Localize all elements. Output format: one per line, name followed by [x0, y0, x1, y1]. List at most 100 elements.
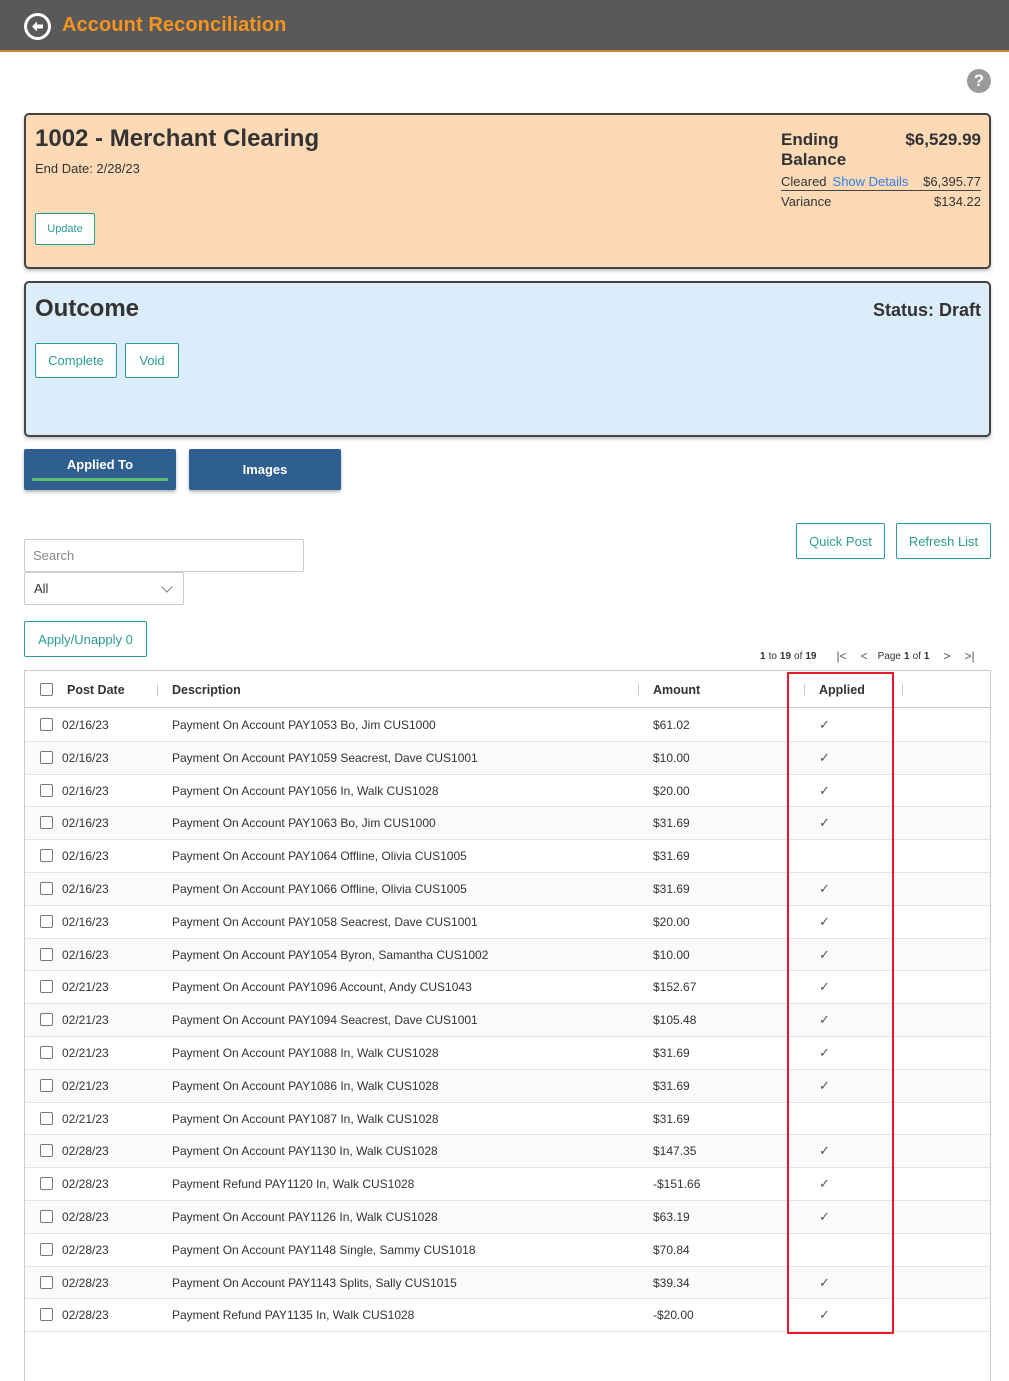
row-checkbox[interactable]: [40, 1308, 53, 1322]
cell-amount: $31.69: [653, 1111, 690, 1126]
active-tab-indicator: [32, 478, 168, 481]
row-checkbox[interactable]: [40, 1045, 53, 1059]
row-checkbox[interactable]: [40, 783, 53, 797]
cell-amount: $10.00: [653, 947, 690, 962]
next-page-icon[interactable]: >: [943, 649, 950, 663]
search-input[interactable]: [24, 539, 304, 572]
row-checkbox[interactable]: [40, 750, 53, 764]
page-title: Account Reconciliation: [62, 14, 287, 36]
refresh-list-button[interactable]: Refresh List: [896, 523, 991, 559]
cell-description: Payment On Account PAY1126 In, Walk CUS1…: [172, 1209, 438, 1224]
void-button[interactable]: Void: [125, 343, 179, 378]
cell-amount: $20.00: [653, 783, 690, 798]
row-checkbox[interactable]: [40, 1242, 53, 1256]
cleared-label: Cleared: [781, 174, 827, 189]
back-arrow-glyph: [27, 16, 48, 37]
filter-selected-value: All: [34, 581, 49, 596]
ending-balance-value: $6,529.99: [905, 130, 981, 149]
cell-description: Payment On Account PAY1094 Seacrest, Dav…: [172, 1013, 478, 1028]
cell-post-date: 02/16/23: [62, 718, 109, 732]
cell-amount: $31.69: [653, 816, 690, 831]
cell-amount: $63.19: [653, 1209, 690, 1224]
cell-description: Payment On Account PAY1054 Byron, Samant…: [172, 947, 489, 962]
row-checkbox[interactable]: [40, 1209, 53, 1223]
select-all-checkbox[interactable]: [40, 671, 53, 708]
col-description[interactable]: Description: [172, 671, 241, 708]
row-checkbox[interactable]: [40, 1013, 53, 1027]
cell-amount: $152.67: [653, 980, 697, 995]
ending-balance-row: Ending Balance $6,529.99: [781, 130, 981, 170]
help-icon[interactable]: ?: [967, 69, 991, 93]
cell-description: Payment On Account PAY1087 In, Walk CUS1…: [172, 1111, 439, 1126]
row-checkbox[interactable]: [40, 947, 53, 961]
applied-column-highlight: [787, 672, 894, 1334]
cell-post-date: 02/21/23: [62, 1111, 109, 1126]
first-page-icon[interactable]: |<: [837, 649, 847, 663]
variance-row: Variance $134.22: [781, 194, 981, 209]
tab-images-label: Images: [242, 462, 288, 477]
pager-from: 1: [760, 650, 766, 662]
cleared-row: Cleared Show Details $6,395.77: [781, 174, 981, 191]
cell-amount: $70.84: [653, 1242, 690, 1257]
cell-description: Payment On Account PAY1086 In, Walk CUS1…: [172, 1078, 439, 1093]
pager-of-word: of: [794, 650, 803, 662]
row-checkbox[interactable]: [40, 816, 53, 830]
row-checkbox[interactable]: [40, 980, 53, 994]
update-button[interactable]: Update: [35, 213, 95, 245]
cell-description: Payment On Account PAY1056 In, Walk CUS1…: [172, 783, 439, 798]
tab-applied-to[interactable]: Applied To: [24, 449, 176, 490]
cell-description: Payment On Account PAY1148 Single, Sammy…: [172, 1242, 476, 1257]
row-checkbox[interactable]: [40, 1144, 53, 1158]
col-separator[interactable]: [902, 684, 903, 696]
col-amount[interactable]: Amount: [653, 671, 700, 708]
chevron-down-icon: [161, 580, 173, 593]
cell-post-date: 02/28/23: [62, 1275, 109, 1290]
row-checkbox[interactable]: [40, 849, 53, 863]
row-checkbox[interactable]: [40, 1275, 53, 1289]
col-separator[interactable]: [157, 684, 158, 696]
pager: 1 to 19 of 19 |< < Page 1 of 1 > >|: [760, 648, 991, 664]
row-checkbox[interactable]: [40, 1177, 53, 1191]
cell-amount: $31.69: [653, 1078, 690, 1093]
col-separator[interactable]: [638, 684, 639, 696]
cell-post-date: 02/16/23: [62, 947, 109, 962]
tab-images[interactable]: Images: [189, 449, 341, 490]
row-checkbox[interactable]: [40, 1078, 53, 1092]
row-checkbox[interactable]: [40, 718, 53, 731]
row-checkbox[interactable]: [40, 1111, 53, 1125]
row-checkbox[interactable]: [40, 914, 53, 928]
pager-page-word: Page: [877, 650, 901, 662]
cell-post-date: 02/28/23: [62, 1308, 109, 1323]
cell-post-date: 02/16/23: [62, 750, 109, 765]
cell-post-date: 02/16/23: [62, 881, 109, 896]
apply-unapply-button[interactable]: Apply/Unapply 0: [24, 621, 147, 657]
complete-button[interactable]: Complete: [35, 343, 117, 378]
back-arrow-icon[interactable]: [24, 13, 51, 40]
cell-post-date: 02/16/23: [62, 816, 109, 831]
cell-description: Payment On Account PAY1130 In, Walk CUS1…: [172, 1144, 438, 1159]
pager-pages: 1: [923, 650, 930, 662]
row-checkbox[interactable]: [40, 881, 53, 895]
cell-amount: $147.35: [653, 1144, 697, 1159]
variance-label: Variance: [781, 194, 832, 209]
show-details-link[interactable]: Show Details: [833, 174, 909, 189]
quick-post-button[interactable]: Quick Post: [796, 523, 885, 559]
cell-amount: $39.34: [653, 1275, 690, 1290]
cell-post-date: 02/28/23: [62, 1177, 109, 1192]
cell-description: Payment On Account PAY1143 Splits, Sally…: [172, 1275, 457, 1290]
col-post-date[interactable]: Post Date: [67, 671, 125, 708]
cell-description: Payment On Account PAY1059 Seacrest, Dav…: [172, 750, 478, 765]
cell-amount: $10.00: [653, 750, 690, 765]
filter-select[interactable]: All: [24, 572, 184, 605]
cleared-value: $6,395.77: [923, 174, 981, 189]
cell-description: Payment On Account PAY1053 Bo, Jim CUS10…: [172, 718, 436, 732]
cell-amount: -$151.66: [653, 1177, 701, 1192]
pager-page: 1: [904, 650, 910, 662]
variance-value: $134.22: [934, 194, 981, 209]
cell-description: Payment On Account PAY1096 Account, Andy…: [172, 980, 472, 995]
cell-description: Payment On Account PAY1064 Offline, Oliv…: [172, 849, 467, 864]
cell-post-date: 02/28/23: [62, 1242, 109, 1257]
last-page-icon[interactable]: >|: [964, 649, 974, 663]
prev-page-icon[interactable]: <: [861, 649, 868, 663]
top-bar: Account Reconciliation: [0, 0, 1009, 52]
